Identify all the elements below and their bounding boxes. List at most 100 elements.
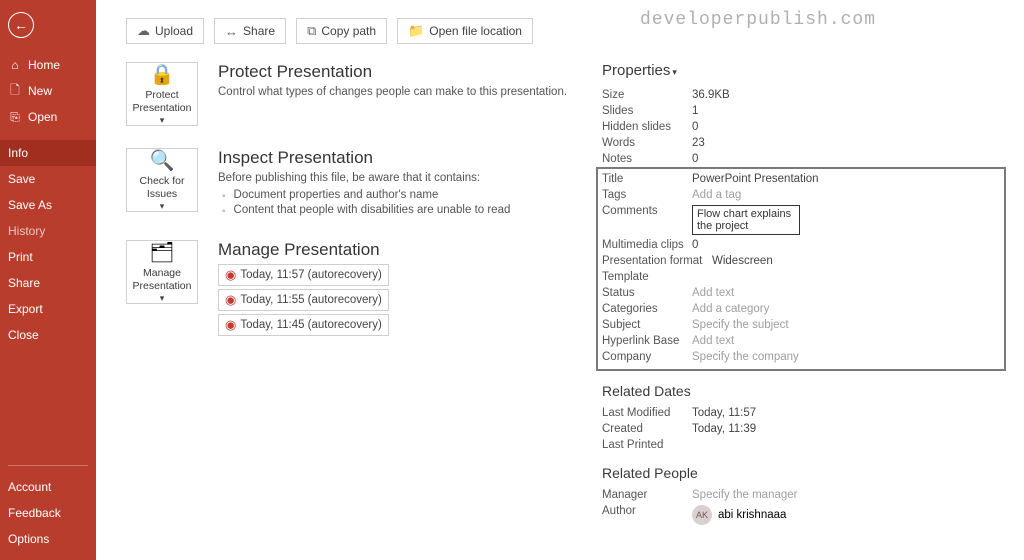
prop-slides: Slides1 xyxy=(602,103,1006,119)
prop-value: 1 xyxy=(692,105,698,117)
author-name: abi krishnaaa xyxy=(718,509,786,521)
prop-title[interactable]: TitlePowerPoint Presentation xyxy=(602,171,1000,187)
sidebar-item-close[interactable]: Close xyxy=(0,322,96,348)
prop-comments[interactable]: Comments Flow chart explains the project xyxy=(602,203,1000,237)
prop-key: Last Printed xyxy=(602,439,692,451)
button-label: Share xyxy=(243,24,275,38)
prop-placeholder: Add a tag xyxy=(692,189,741,201)
prop-status[interactable]: StatusAdd text xyxy=(602,285,1000,301)
ppt-file-icon: ◉ xyxy=(225,317,236,333)
properties-heading[interactable]: Properties▾ xyxy=(602,62,1006,79)
section-title: Inspect Presentation xyxy=(218,148,510,168)
prop-value: 36.9KB xyxy=(692,89,730,101)
manage-presentation-tile[interactable]: 🗂 Manage Presentation ▾ xyxy=(126,240,198,304)
prop-placeholder: Add a category xyxy=(692,303,769,315)
prop-key: Created xyxy=(602,423,692,435)
lock-icon: 🔒 xyxy=(150,62,175,87)
protect-presentation-tile[interactable]: 🔒 Protect Presentation ▾ xyxy=(126,62,198,126)
prop-key: Tags xyxy=(602,189,692,201)
inspect-section: 🔍 Check for Issues ▾ Inspect Presentatio… xyxy=(126,148,576,218)
section-title: Protect Presentation xyxy=(218,62,567,82)
sidebar-item-new[interactable]: 🗋 New xyxy=(0,78,96,104)
autorecovery-item[interactable]: ◉Today, 11:57 (autorecovery) xyxy=(218,264,389,286)
prop-value: PowerPoint Presentation xyxy=(692,173,819,185)
sidebar-item-history: History xyxy=(0,218,96,244)
sidebar-item-info[interactable]: Info xyxy=(0,140,96,166)
prop-author[interactable]: Author AK abi krishnaaa xyxy=(602,503,1006,527)
button-label: Upload xyxy=(155,24,193,38)
prop-key: Categories xyxy=(602,303,692,315)
watermark-text: developerpublish.com xyxy=(640,10,876,30)
prop-size: Size36.9KB xyxy=(602,87,1006,103)
share-button[interactable]: ↔Share xyxy=(214,18,286,44)
prop-value: 0 xyxy=(692,153,698,165)
prop-key: Notes xyxy=(602,153,692,165)
prop-value: Today, 11:57 xyxy=(692,407,756,419)
tile-label: Check for Issues xyxy=(129,175,195,199)
prop-value: 23 xyxy=(692,137,705,149)
sidebar-item-options[interactable]: Options xyxy=(0,526,96,552)
comments-input[interactable]: Flow chart explains the project xyxy=(692,205,800,235)
sidebar-divider xyxy=(8,465,88,466)
upload-button[interactable]: ☁Upload xyxy=(126,18,204,44)
prop-key: Manager xyxy=(602,489,692,501)
autorecovery-label: Today, 11:45 (autorecovery) xyxy=(240,319,381,331)
heading-text: Properties xyxy=(602,62,670,79)
manage-icon: 🗂 xyxy=(149,240,174,265)
sidebar-label: Feedback xyxy=(8,506,61,520)
open-location-button[interactable]: 📁Open file location xyxy=(397,18,533,44)
prop-categories[interactable]: CategoriesAdd a category xyxy=(602,301,1000,317)
prop-hyperlink[interactable]: Hyperlink BaseAdd text xyxy=(602,333,1000,349)
chevron-down-icon: ▾ xyxy=(160,115,165,126)
sidebar-item-feedback[interactable]: Feedback xyxy=(0,500,96,526)
prop-key: Size xyxy=(602,89,692,101)
sidebar-item-share[interactable]: Share xyxy=(0,270,96,296)
new-icon: 🗋 xyxy=(8,84,22,98)
author-value: AK abi krishnaaa xyxy=(692,505,786,525)
chevron-down-icon: ▾ xyxy=(160,293,165,304)
prop-words: Words23 xyxy=(602,135,1006,151)
sidebar-label: Close xyxy=(8,328,39,342)
check-issues-tile[interactable]: 🔍 Check for Issues ▾ xyxy=(126,148,198,212)
prop-key: Template xyxy=(602,271,692,283)
sidebar-item-print[interactable]: Print xyxy=(0,244,96,270)
back-button[interactable]: ← xyxy=(8,12,34,38)
autorecovery-item[interactable]: ◉Today, 11:55 (autorecovery) xyxy=(218,289,389,311)
protect-section: 🔒 Protect Presentation ▾ Protect Present… xyxy=(126,62,576,126)
sidebar-item-save[interactable]: Save xyxy=(0,166,96,192)
sidebar-item-account[interactable]: Account xyxy=(0,474,96,500)
prop-company[interactable]: CompanySpecify the company xyxy=(602,349,1000,365)
section-desc: Control what types of changes people can… xyxy=(218,86,567,98)
prop-last-printed: Last Printed xyxy=(602,437,1006,453)
sidebar-label: Export xyxy=(8,302,43,316)
ppt-file-icon: ◉ xyxy=(225,267,236,283)
prop-placeholder: Add text xyxy=(692,335,734,347)
sidebar-item-export[interactable]: Export xyxy=(0,296,96,322)
section-title: Manage Presentation xyxy=(218,240,389,260)
sidebar-label: Save xyxy=(8,172,35,186)
backstage-sidebar: ← ⌂ Home 🗋 New ⎘ Open Info Save Save As … xyxy=(0,0,96,560)
inspect-icon: 🔍 xyxy=(150,148,175,173)
prop-manager[interactable]: ManagerSpecify the manager xyxy=(602,487,1006,503)
section-desc: Before publishing this file, be aware th… xyxy=(218,172,510,184)
prop-value: 0 xyxy=(692,239,698,251)
copy-path-button[interactable]: ⧉Copy path xyxy=(296,18,387,44)
sidebar-item-open[interactable]: ⎘ Open xyxy=(0,104,96,130)
prop-value: Widescreen xyxy=(712,255,773,267)
prop-tags[interactable]: TagsAdd a tag xyxy=(602,187,1000,203)
autorecovery-item[interactable]: ◉ Today, 11:45 (autorecovery) xyxy=(218,314,389,336)
prop-key: Comments xyxy=(602,205,692,217)
autorecovery-label: Today, 11:55 (autorecovery) xyxy=(240,294,381,306)
prop-placeholder: Specify the subject xyxy=(692,319,789,331)
bullet-item: Document properties and author's name xyxy=(222,188,510,203)
avatar: AK xyxy=(692,505,712,525)
bullet-text: Content that people with disabilities ar… xyxy=(234,204,511,216)
prop-key: Subject xyxy=(602,319,692,331)
prop-value: Today, 11:39 xyxy=(692,423,756,435)
open-icon: ⎘ xyxy=(8,110,22,124)
prop-key: Status xyxy=(602,287,692,299)
prop-key: Presentation format xyxy=(602,255,712,267)
prop-subject[interactable]: SubjectSpecify the subject xyxy=(602,317,1000,333)
sidebar-item-saveas[interactable]: Save As xyxy=(0,192,96,218)
sidebar-item-home[interactable]: ⌂ Home xyxy=(0,52,96,78)
